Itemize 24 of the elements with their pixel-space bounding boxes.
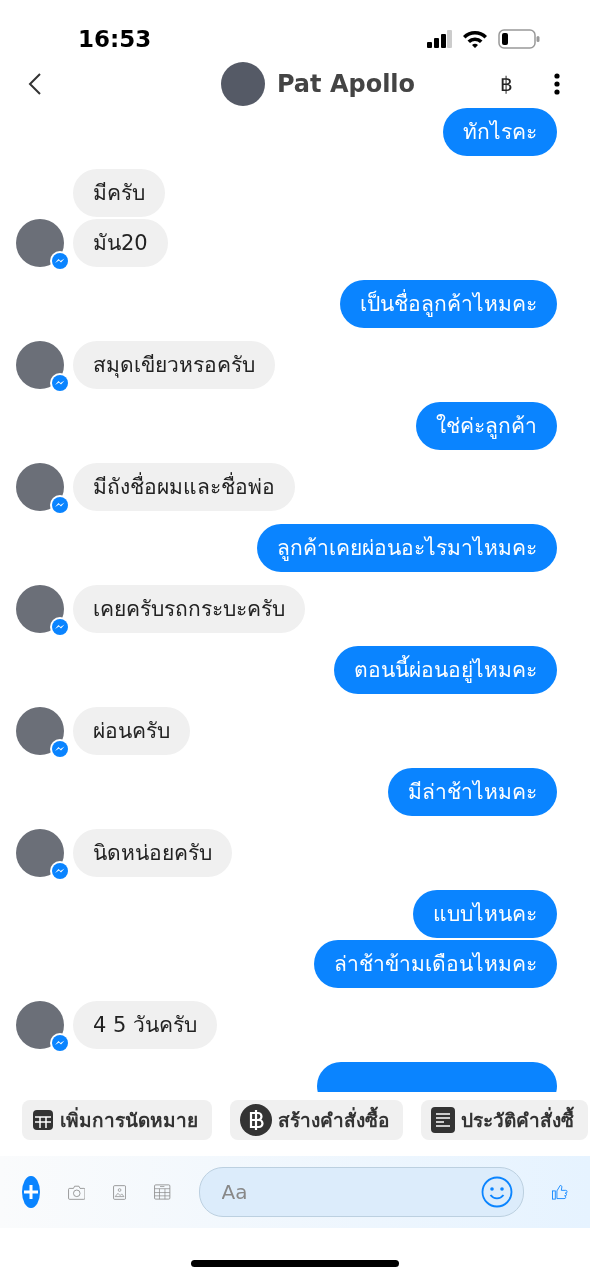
received-message: มีครับ — [73, 169, 165, 217]
message-input[interactable]: Aa — [219, 1179, 473, 1205]
sent-message: ทักไรคะ — [443, 108, 557, 156]
message-field[interactable]: Aa — [198, 1167, 524, 1217]
sent-message: เป็นชื่อลูกค้าไหมคะ — [340, 280, 557, 328]
received-message: 4 5 วันครับ — [73, 1001, 218, 1049]
sent-message: ล่าช้าข้ามเดือนไหมคะ — [314, 940, 557, 988]
received-message: สมุดเขียวหรอครับ — [73, 341, 275, 389]
status-time: 16:53 — [78, 25, 153, 52]
received-message: ผ่อนครับ — [73, 707, 190, 755]
sent-message: ลูกค้าเคยผ่อนอะไรมาไหมคะ — [257, 524, 557, 572]
currency-button[interactable]: ฿ — [494, 72, 518, 96]
received-message: นิดหน่อยครับ — [73, 829, 232, 877]
contact-name: Pat Apollo — [276, 70, 416, 98]
sent-message: ตอนนี้ผ่อนอยู่ไหมคะ — [334, 646, 557, 694]
sent-message: ใช่ค่ะลูกค้า — [416, 402, 557, 450]
received-message: เคยครับรถกระบะครับ — [73, 585, 305, 633]
quick-action-button[interactable]: เพิ่มการนัดหมาย — [22, 1100, 212, 1140]
received-message: มัน20 — [73, 219, 168, 267]
sent-message: แบบไหนคะ — [413, 890, 557, 938]
quick-action-button[interactable]: สร้างคำสั่งซื้อ — [230, 1100, 403, 1140]
quick-action-button[interactable]: ประวัติคำสั่งซื้ — [421, 1100, 588, 1140]
received-message: มีถังชื่อผมและชื่อพ่อ — [73, 463, 295, 511]
sent-message: มีล่าช้าไหมคะ — [388, 768, 557, 816]
